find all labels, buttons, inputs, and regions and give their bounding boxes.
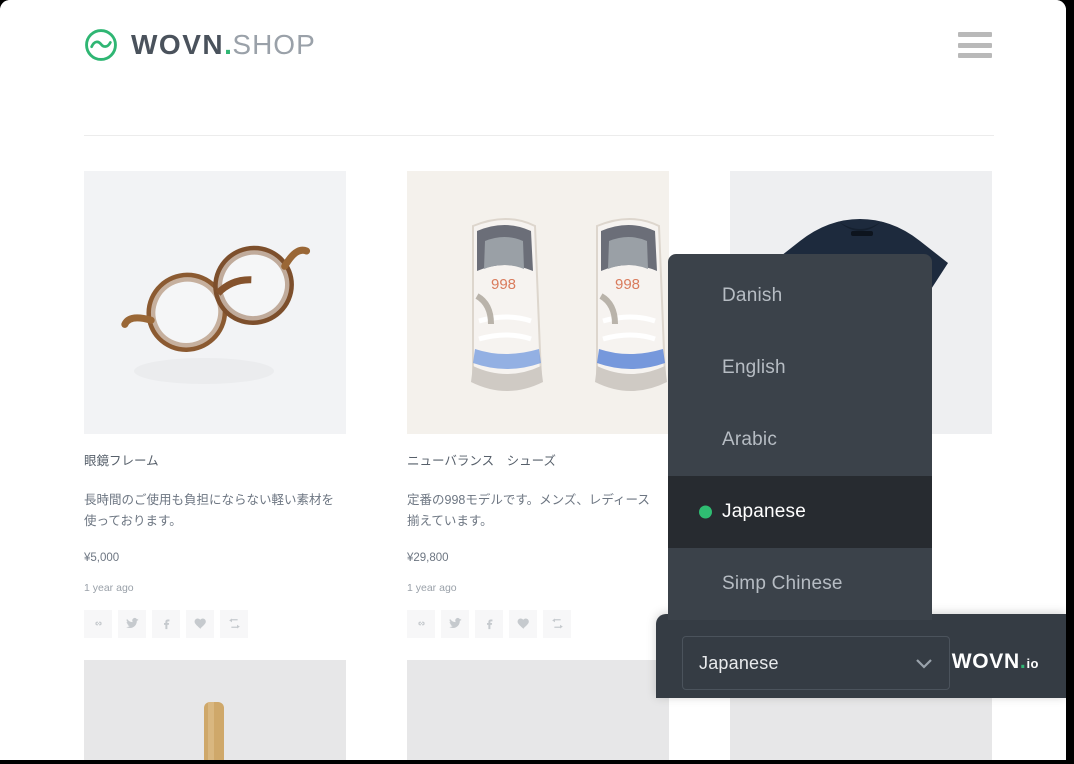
wovn-circle-icon xyxy=(85,29,117,61)
language-option-arabic[interactable]: Arabic xyxy=(668,404,932,476)
product-timestamp: 1 year ago xyxy=(407,581,457,594)
product-description: 長時間のご使用も負担にならない軽い素材を使っております。 xyxy=(84,492,335,529)
heart-icon[interactable] xyxy=(509,609,537,638)
site-logo[interactable]: WOVN. SHOP xyxy=(84,28,316,62)
site-header: WOVN. SHOP xyxy=(0,0,1066,136)
product-timestamp: 1 year ago xyxy=(84,581,134,594)
product-actions xyxy=(407,609,669,638)
svg-text:998: 998 xyxy=(491,276,516,293)
logo-dot: . xyxy=(224,29,233,60)
language-option-english[interactable]: English xyxy=(668,332,932,404)
product-title: 眼鏡フレーム xyxy=(84,454,159,468)
wovn-io-logo: WOVN. io xyxy=(952,650,1039,674)
link-icon[interactable] xyxy=(84,609,112,638)
language-option-japanese[interactable]: Japanese xyxy=(668,476,932,548)
wovn-language-widget: Japanese WOVN. io xyxy=(656,614,1066,698)
product-image-wooden-object[interactable] xyxy=(84,659,346,760)
svg-text:998: 998 xyxy=(615,276,640,293)
facebook-icon[interactable] xyxy=(475,609,503,638)
retweet-icon[interactable] xyxy=(543,609,571,638)
twitter-icon[interactable] xyxy=(441,609,469,638)
language-option-danish[interactable]: Danish xyxy=(668,260,932,332)
product-card[interactable] xyxy=(84,659,346,760)
product-price: ¥29,800 xyxy=(407,551,449,564)
language-dropdown-menu[interactable]: Danish English Arabic Japanese Simp Chin… xyxy=(668,254,932,620)
language-option-simp-chinese[interactable]: Simp Chinese xyxy=(668,548,932,620)
language-select-value: Japanese xyxy=(699,652,779,673)
product-card[interactable]: 眼鏡フレーム 長時間のご使用も負担にならない軽い素材を使っております。 ¥5,0… xyxy=(84,171,346,638)
wovn-logo-io: io xyxy=(1026,656,1039,671)
language-option-label: Simp Chinese xyxy=(722,573,843,594)
logo-shop: SHOP xyxy=(232,29,316,60)
link-icon[interactable] xyxy=(407,609,435,638)
language-option-label: English xyxy=(722,357,786,378)
product-image-eyeglasses[interactable] xyxy=(84,171,346,434)
wovn-logo-text: WOVN xyxy=(951,650,1020,673)
hamburger-bar xyxy=(958,32,992,37)
site-logo-text: WOVN. SHOP xyxy=(131,29,316,61)
hamburger-bar xyxy=(958,42,992,48)
logo-wovn: WOVN xyxy=(131,29,225,60)
hamburger-bar xyxy=(958,53,992,58)
facebook-icon[interactable] xyxy=(152,609,180,638)
browser-viewport: WOVN. SHOP 眼鏡フレーム 長時間のご使用も負担にならない軽い素材を使っ… xyxy=(0,0,1066,760)
retweet-icon[interactable] xyxy=(220,609,248,638)
language-select[interactable]: Japanese xyxy=(682,636,950,690)
chevron-down-icon xyxy=(916,658,932,669)
header-divider xyxy=(84,135,994,136)
product-actions xyxy=(84,609,346,638)
product-description: 定番の998モデルです。メンズ、レディース揃えています。 xyxy=(407,492,650,529)
language-option-label: Arabic xyxy=(722,429,778,450)
language-option-label: Japanese xyxy=(722,501,807,522)
product-image-placeholder[interactable] xyxy=(407,659,669,760)
product-price: ¥5,000 xyxy=(84,551,120,564)
product-title: ニューバランス シューズ xyxy=(407,454,557,468)
product-card[interactable] xyxy=(407,659,669,760)
selected-indicator-dot xyxy=(699,505,712,519)
heart-icon[interactable] xyxy=(186,609,214,638)
twitter-icon[interactable] xyxy=(118,609,146,638)
product-card[interactable]: 998 998 ニューバランス シューズ 定番の998モデルです。メンズ、レディ… xyxy=(407,171,669,638)
product-image-sneakers[interactable]: 998 998 xyxy=(407,171,669,434)
hamburger-menu-icon[interactable] xyxy=(958,32,992,58)
language-option-label: Danish xyxy=(722,285,783,306)
